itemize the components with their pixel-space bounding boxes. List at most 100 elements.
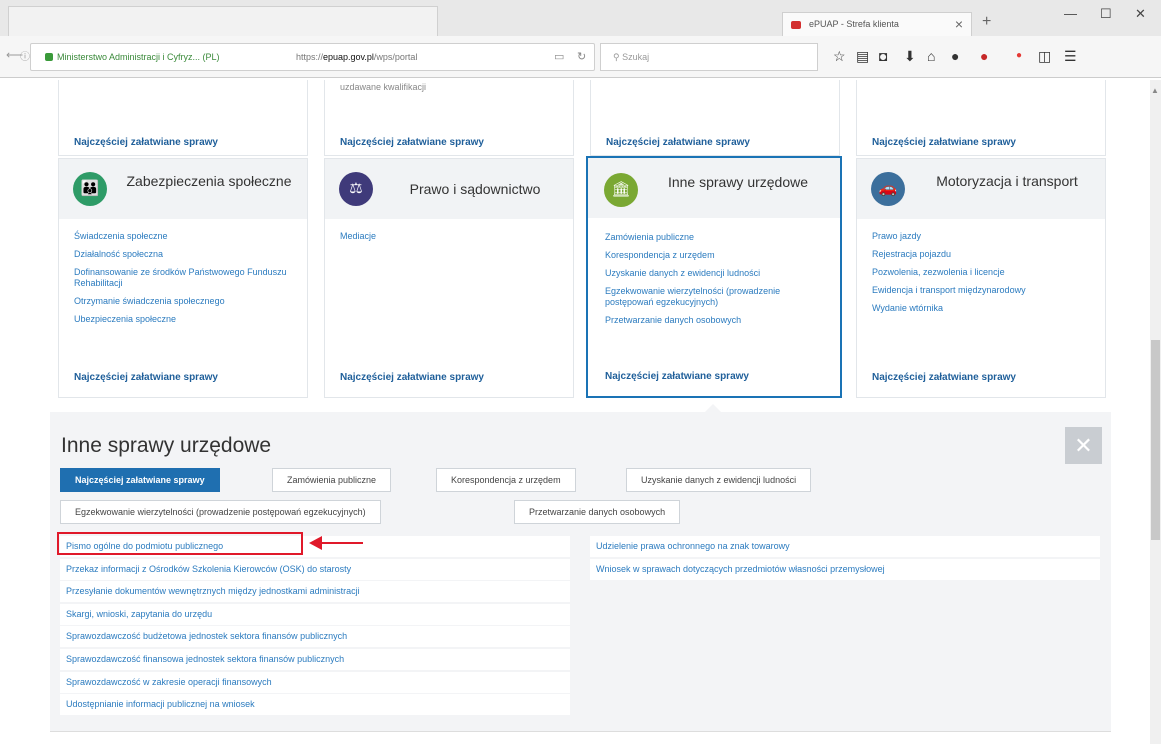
card-header[interactable]: 🚗 Motoryzacja i transport — [857, 159, 1105, 219]
search-input[interactable]: ⚲ Szukaj — [600, 43, 818, 71]
home-icon[interactable]: ⌂ — [927, 48, 935, 64]
tab-population-register[interactable]: Uzyskanie danych z ewidencji ludności — [626, 468, 812, 492]
tab-correspondence[interactable]: Korespondencja z urzędem — [436, 468, 576, 492]
tab-title: ePUAP - Strefa klienta — [809, 19, 899, 29]
top-card: uzdawane kwalifikacji Najczęściej załatw… — [324, 80, 574, 156]
annotation-arrow — [321, 542, 363, 544]
tab-debt-enforcement[interactable]: Egzekwowanie wierzytelności (prowadzenie… — [60, 500, 381, 524]
scroll-up-icon[interactable]: ▲ — [1151, 86, 1159, 95]
most-common-link[interactable]: Najczęściej załatwiane sprawy — [605, 371, 749, 382]
most-common-link[interactable]: Najczęściej załatwiane sprawy — [872, 372, 1016, 383]
tab-public-procurement[interactable]: Zamówienia publiczne — [272, 468, 392, 492]
active-tab[interactable]: ePUAP - Strefa klienta × — [782, 12, 972, 36]
most-common-link[interactable]: Najczęściej załatwiane sprawy — [74, 137, 218, 148]
close-icon[interactable]: ✕ — [1065, 427, 1102, 464]
adblock-icon[interactable]: ● — [1016, 50, 1022, 61]
card-title: Zabezpieczenia społeczne — [126, 173, 292, 189]
extension-icon[interactable]: ● — [951, 48, 959, 64]
tab-most-common[interactable]: Najczęściej załatwiane sprawy — [60, 468, 220, 492]
card-link[interactable]: Mediacje — [340, 231, 565, 242]
category-card-law[interactable]: ⚖ Prawo i sądownictwo Mediacje Najczęści… — [324, 158, 574, 398]
list-item[interactable]: Udzielenie prawa ochronnego na znak towa… — [590, 536, 1100, 557]
card-link[interactable]: Przetwarzanie danych osobowych — [605, 315, 830, 326]
search-icon: ⚲ — [613, 52, 623, 62]
card-link[interactable]: Ewidencja i transport międzynarodowy — [872, 285, 1097, 296]
card-header[interactable]: 👪 Zabezpieczenia społeczne — [59, 159, 307, 219]
navigation-toolbar: ⟵ ⓘ Ministerstwo Administracji i Cyfryz.… — [0, 36, 1161, 78]
library-icon[interactable]: ▤ — [856, 48, 869, 65]
search-placeholder: Szukaj — [622, 52, 650, 62]
card-links: Świadczenia społeczne Działalność społec… — [74, 231, 299, 332]
most-common-link[interactable]: Najczęściej załatwiane sprawy — [340, 137, 484, 148]
card-link[interactable]: Prawo jazdy — [872, 231, 1097, 242]
list-item[interactable]: Przekaz informacji z Ośrodków Szkolenia … — [60, 558, 570, 580]
list-item[interactable]: Sprawozdawczość budżetowa jednostek sekt… — [60, 626, 570, 648]
card-link[interactable]: Otrzymanie świadczenia społecznego — [74, 296, 299, 307]
minimize-button[interactable]: — — [1064, 6, 1077, 21]
info-icon[interactable]: ⓘ — [20, 48, 30, 63]
card-link[interactable]: Dofinansowanie ze środków Państwowego Fu… — [74, 267, 299, 289]
category-card-transport[interactable]: 🚗 Motoryzacja i transport Prawo jazdy Re… — [856, 158, 1106, 398]
favicon-icon — [791, 21, 801, 29]
service-list-right: Udzielenie prawa ochronnego na znak towa… — [590, 536, 1100, 581]
top-card: Najczęściej załatwiane sprawy — [856, 80, 1106, 156]
reload-icon[interactable]: ↻ — [577, 44, 586, 70]
card-header[interactable]: ⚖ Prawo i sądownictwo — [325, 159, 573, 219]
card-title: Prawo i sądownictwo — [409, 181, 541, 197]
panel-pointer — [705, 404, 721, 412]
list-item[interactable]: Sprawozdawczość w zakresie operacji fina… — [60, 671, 570, 693]
most-common-link[interactable]: Najczęściej załatwiane sprawy — [606, 137, 750, 148]
card-link[interactable]: Pozwolenia, zezwolenia i licencje — [872, 267, 1097, 278]
category-card-other-matters[interactable]: 🏛 Inne sprawy urzędowe Zamówienia public… — [586, 156, 842, 398]
addon-icon[interactable]: ● — [980, 48, 988, 64]
service-list-left: Pismo ogólne do podmiotu publicznego Prz… — [60, 536, 570, 717]
previous-category-row: Najczęściej załatwiane sprawy uzdawane k… — [0, 80, 1140, 156]
most-common-link[interactable]: Najczęściej załatwiane sprawy — [340, 372, 484, 383]
list-item[interactable]: Udostępnianie informacji publicznej na w… — [60, 694, 570, 716]
list-item[interactable]: Wniosek w sprawach dotyczących przedmiot… — [590, 558, 1100, 580]
card-links: Prawo jazdy Rejestracja pojazdu Pozwolen… — [872, 231, 1097, 321]
card-link[interactable]: Uzyskanie danych z ewidencji ludności — [605, 268, 830, 279]
url-bar[interactable]: Ministerstwo Administracji i Cyfryz... (… — [30, 43, 595, 71]
family-icon: 👪 — [73, 172, 107, 206]
list-item[interactable]: Sprawozdawczość finansowa jednostek sekt… — [60, 648, 570, 670]
panel-title: Inne sprawy urzędowe — [61, 434, 272, 457]
annotation-arrow-head — [309, 536, 322, 550]
top-card: Najczęściej załatwiane sprawy — [590, 80, 840, 156]
page-scrollbar[interactable]: ▲ — [1150, 80, 1161, 744]
tab-close-icon[interactable]: × — [955, 16, 963, 32]
most-common-link[interactable]: Najczęściej załatwiane sprawy — [872, 137, 1016, 148]
top-card: Najczęściej załatwiane sprawy — [58, 80, 308, 156]
url-organization: Ministerstwo Administracji i Cyfryz... (… — [57, 52, 220, 62]
scrollbar-thumb[interactable] — [1151, 340, 1160, 540]
cut-off-link[interactable]: uzdawane kwalifikacji — [340, 82, 426, 92]
most-common-link[interactable]: Najczęściej załatwiane sprawy — [74, 372, 218, 383]
list-item[interactable]: Skargi, wnioski, zapytania do urzędu — [60, 603, 570, 625]
background-tab[interactable] — [8, 6, 438, 36]
reader-view-icon[interactable]: ▭ — [554, 44, 564, 70]
card-links: Zamówienia publiczne Korespondencja z ur… — [605, 232, 830, 333]
car-icon: 🚗 — [871, 172, 905, 206]
list-item[interactable]: Przesyłanie dokumentów wewnętrznych międ… — [60, 581, 570, 603]
window-close-button[interactable]: ✕ — [1135, 6, 1146, 22]
pocket-icon[interactable]: ◘ — [879, 48, 887, 64]
card-link[interactable]: Ubezpieczenia społeczne — [74, 314, 299, 325]
card-link[interactable]: Egzekwowanie wierzytelności (prowadzenie… — [605, 286, 830, 308]
card-link[interactable]: Korespondencja z urzędem — [605, 250, 830, 261]
card-header[interactable]: 🏛 Inne sprawy urzędowe — [588, 158, 840, 218]
menu-icon[interactable]: ☰ — [1064, 48, 1077, 65]
card-link[interactable]: Zamówienia publiczne — [605, 232, 830, 243]
new-tab-button[interactable]: + — [982, 13, 991, 31]
category-card-social-security[interactable]: 👪 Zabezpieczenia społeczne Świadczenia s… — [58, 158, 308, 398]
card-link[interactable]: Działalność społeczna — [74, 249, 299, 260]
download-icon[interactable]: ⬇ — [904, 48, 916, 65]
card-link[interactable]: Rejestracja pojazdu — [872, 249, 1097, 260]
office-icon: 🏛 — [604, 173, 638, 207]
tab-personal-data[interactable]: Przetwarzanie danych osobowych — [514, 500, 681, 524]
maximize-button[interactable]: ☐ — [1100, 6, 1112, 22]
sidebar-icon[interactable]: ◫ — [1038, 48, 1051, 65]
card-link[interactable]: Świadczenia społeczne — [74, 231, 299, 242]
scales-icon: ⚖ — [339, 172, 373, 206]
card-link[interactable]: Wydanie wtórnika — [872, 303, 1097, 314]
star-icon[interactable]: ☆ — [833, 48, 846, 65]
